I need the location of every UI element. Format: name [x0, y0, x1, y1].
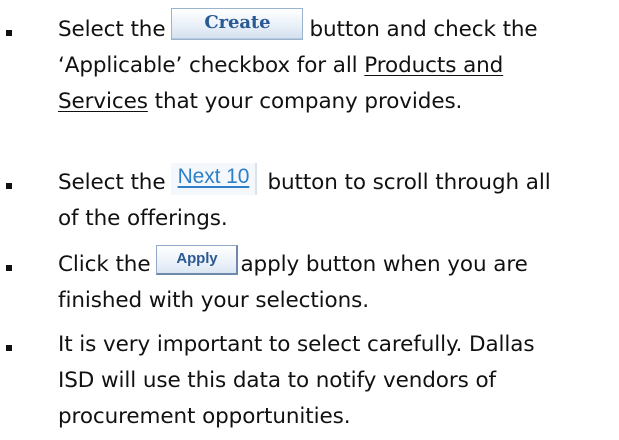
- text-line: Click the Apply apply button when you are: [58, 245, 528, 283]
- step-text: procurement opportunities.: [58, 404, 351, 429]
- text-line: Select the Create button and check the: [58, 8, 538, 48]
- text-line: ‘Applicable’ checkbox for all Products a…: [58, 48, 503, 84]
- bullet-icon: [6, 183, 12, 189]
- step-text: finished with your selections.: [58, 288, 369, 313]
- step-text: apply button when you are: [240, 252, 528, 277]
- create-button[interactable]: Create: [171, 8, 304, 40]
- bullet-icon: [6, 345, 12, 351]
- next-10-button[interactable]: Next 10: [171, 163, 258, 195]
- text-line: procurement opportunities.: [58, 399, 351, 435]
- step-text: It is very important to select carefully…: [58, 332, 535, 357]
- step-text: that your company provides.: [147, 89, 463, 114]
- step-text: of the offerings.: [58, 206, 228, 231]
- products-and-services-link[interactable]: Products and: [364, 53, 503, 78]
- text-line: Select the Next 10 button to scroll throug…: [58, 163, 551, 201]
- text-line: finished with your selections.: [58, 283, 369, 319]
- text-line: Services that your company provides.: [58, 84, 462, 120]
- products-and-services-link[interactable]: Services: [58, 89, 148, 114]
- step-text: Select the: [58, 170, 166, 195]
- step-text: Select the: [58, 17, 166, 42]
- step-text: ISD will use this data to notify vendors…: [58, 368, 496, 393]
- step-text: Click the: [58, 252, 151, 277]
- step-text: button to scroll through all: [267, 170, 551, 195]
- apply-button[interactable]: Apply: [156, 245, 239, 275]
- text-line: It is very important to select carefully…: [58, 327, 535, 363]
- text-line: ISD will use this data to notify vendors…: [58, 363, 496, 399]
- bullet-icon: [6, 265, 12, 271]
- step-text: button and check the: [309, 17, 538, 42]
- text-line: of the offerings.: [58, 201, 228, 237]
- bullet-icon: [6, 30, 12, 36]
- step-text: ‘Applicable’ checkbox for all: [58, 53, 358, 78]
